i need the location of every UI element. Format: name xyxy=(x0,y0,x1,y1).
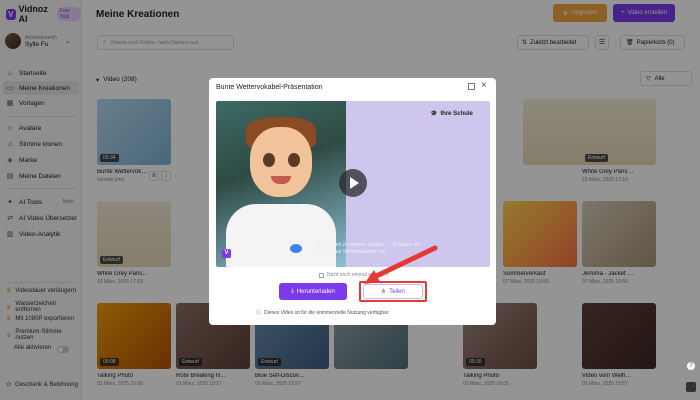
character-eye xyxy=(288,153,300,167)
close-icon[interactable]: × xyxy=(481,80,487,91)
school-label: 🎓 Ihre Schule xyxy=(430,110,473,118)
commercial-use-note: ⓘ Dieses Video ist für die kommerzielle N… xyxy=(256,309,389,317)
graduation-cap-icon: 🎓 xyxy=(430,111,438,117)
checkbox-icon[interactable] xyxy=(319,272,324,278)
download-icon: ⤓ xyxy=(291,288,294,294)
character-shirt xyxy=(226,204,336,267)
bird-icon xyxy=(290,244,302,253)
character-eye xyxy=(263,153,275,167)
download-label: Herunterladen xyxy=(296,288,335,295)
maximize-icon[interactable] xyxy=(468,83,475,90)
video-preview-dialog: Bunte Wettervokabel-Präsentation × 🎓 Ihre… xyxy=(209,78,496,325)
note-text: Dieses Video ist für die kommerzielle Nu… xyxy=(264,309,389,316)
annotation-arrow xyxy=(364,245,438,284)
school-text: Ihre Schule xyxy=(440,110,473,117)
play-button[interactable] xyxy=(339,169,367,197)
download-button[interactable]: ⤓ Herunterladen xyxy=(279,283,347,300)
vidnoz-watermark-icon: V xyxy=(222,249,231,258)
video-player[interactable]: 🎓 Ihre Schule Willkommen zu unserer lusti… xyxy=(216,101,490,267)
info-icon: ⓘ xyxy=(256,310,262,316)
chat-icon[interactable] xyxy=(686,382,696,392)
character-face xyxy=(250,127,312,197)
dialog-title: Bunte Wettervokabel-Präsentation xyxy=(216,84,323,91)
help-icon[interactable]: ? xyxy=(686,361,696,371)
